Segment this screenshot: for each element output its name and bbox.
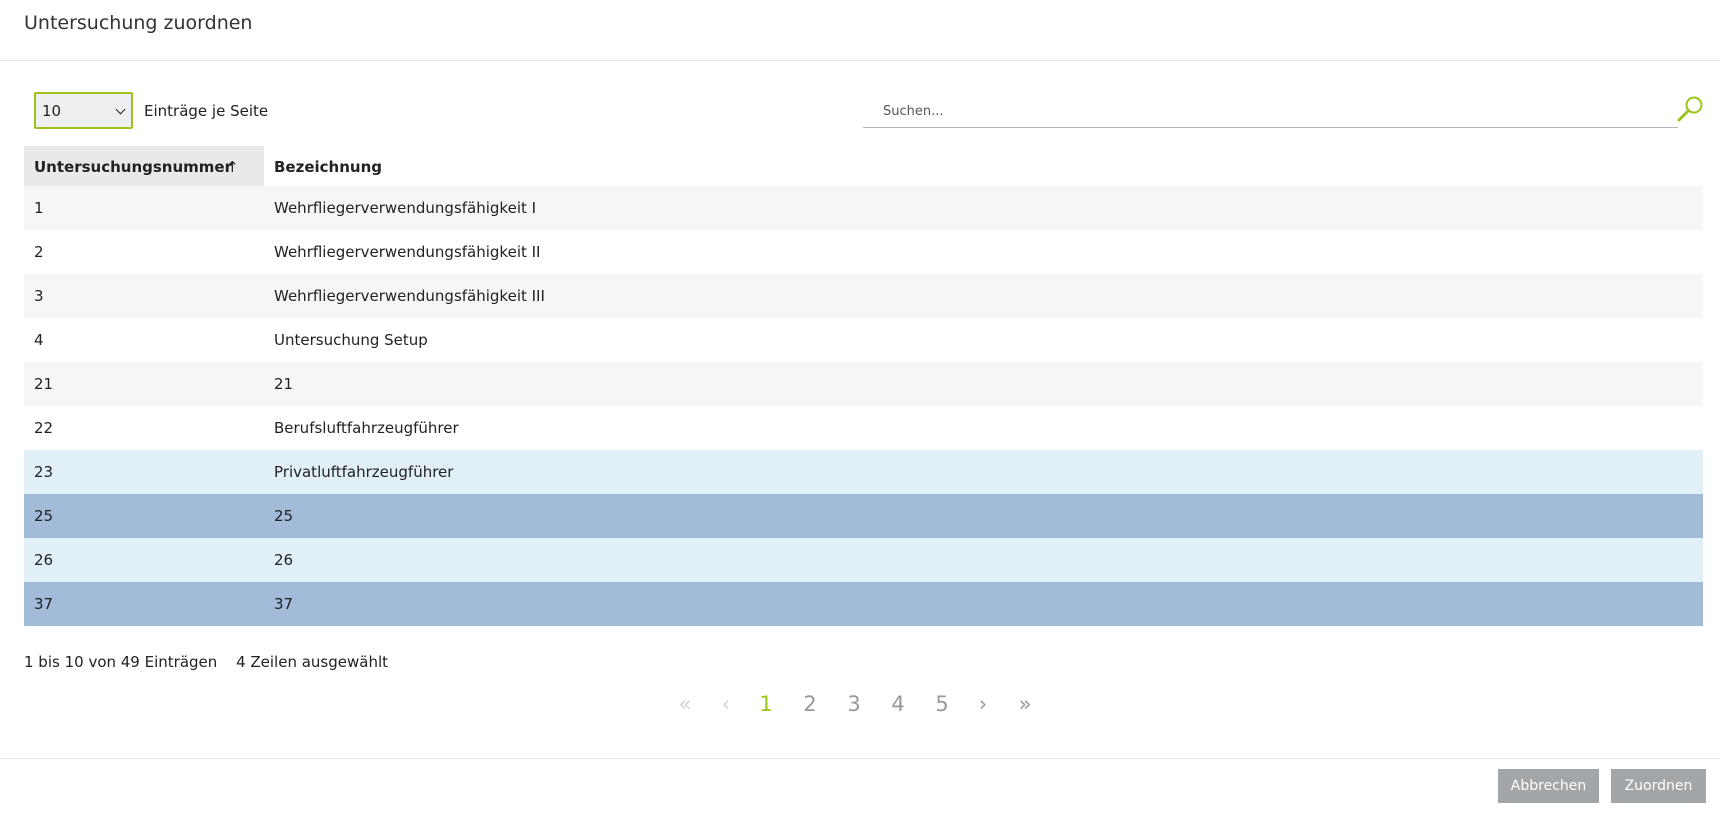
page-length-value: 10	[42, 102, 62, 120]
page-button-3[interactable]: 3	[839, 692, 869, 716]
page-button-5[interactable]: 5	[927, 692, 957, 716]
chevron-down-icon	[115, 104, 126, 115]
cell-name: Wehrfliegerverwendungsfähigkeit I	[274, 199, 537, 217]
cell-name: Wehrfliegerverwendungsfähigkeit II	[274, 243, 541, 261]
table-header: Untersuchungsnummer ↑ Bezeichnung	[24, 146, 1703, 186]
dialog-title: Untersuchung zuordnen	[24, 12, 253, 34]
page-button-4[interactable]: 4	[883, 692, 913, 716]
cell-number: 4	[34, 331, 44, 349]
cell-name: 37	[274, 595, 294, 613]
cell-name: Berufsluftfahrzeugführer	[274, 419, 459, 437]
table-row[interactable]: 37 37	[24, 582, 1703, 626]
cell-number: 25	[34, 507, 54, 525]
sort-ascending-icon: ↑	[226, 158, 239, 176]
dialog-footer: Abbrechen Zuordnen	[0, 758, 1720, 813]
table-row[interactable]: 25 25	[24, 494, 1703, 538]
column-header-number[interactable]: Untersuchungsnummer ↑	[24, 146, 264, 186]
cell-name: Wehrfliegerverwendungsfähigkeit III	[274, 287, 545, 305]
assign-button[interactable]: Zuordnen	[1611, 769, 1706, 803]
column-header-name[interactable]: Bezeichnung	[264, 146, 1703, 186]
cell-name: 25	[274, 507, 294, 525]
table-row[interactable]: 1 Wehrfliegerverwendungsfähigkeit I	[24, 186, 1703, 230]
cell-name: 26	[274, 551, 294, 569]
table-row[interactable]: 22 Berufsluftfahrzeugführer	[24, 406, 1703, 450]
cell-number: 26	[34, 551, 54, 569]
search-icon[interactable]	[1676, 95, 1704, 123]
cell-number: 21	[34, 375, 54, 393]
search-field	[863, 92, 1678, 128]
page-length-select[interactable]: 10	[34, 92, 133, 129]
next-page-button[interactable]: ›	[968, 692, 998, 716]
search-input[interactable]	[883, 101, 1663, 121]
table-body: 1 Wehrfliegerverwendungsfähigkeit I 2 Wehrf…	[24, 186, 1703, 626]
last-page-button[interactable]: »	[1010, 692, 1040, 716]
table-controls: 10 Einträge je Seite	[0, 92, 1720, 132]
cell-name: 21	[274, 375, 294, 393]
cell-number: 3	[34, 287, 44, 305]
cell-name: Privatluftfahrzeugführer	[274, 463, 454, 481]
cell-number: 37	[34, 595, 54, 613]
column-header-name-label: Bezeichnung	[274, 158, 382, 176]
dialog-header: Untersuchung zuordnen	[0, 0, 1720, 61]
cell-number: 22	[34, 419, 54, 437]
first-page-button[interactable]: «	[670, 692, 700, 716]
table-row[interactable]: 26 26	[24, 538, 1703, 582]
column-header-number-label: Untersuchungsnummer	[34, 158, 232, 176]
page-length-label: Einträge je Seite	[144, 102, 269, 120]
cell-number: 1	[34, 199, 44, 217]
table-row[interactable]: 4 Untersuchung Setup	[24, 318, 1703, 362]
table-info: 1 bis 10 von 49 Einträgen 4 Zeilen ausge…	[24, 653, 388, 671]
page-button-1[interactable]: 1	[751, 692, 781, 716]
examination-table: Untersuchungsnummer ↑ Bezeichnung 1 Wehrf…	[24, 146, 1703, 626]
cancel-button[interactable]: Abbrechen	[1498, 769, 1599, 803]
table-row[interactable]: 3 Wehrfliegerverwendungsfähigkeit III	[24, 274, 1703, 318]
selected-rows-text: 4 Zeilen ausgewählt	[236, 653, 388, 671]
cell-name: Untersuchung Setup	[274, 331, 428, 349]
previous-page-button[interactable]: ‹	[711, 692, 741, 716]
entries-range-text: 1 bis 10 von 49 Einträgen	[24, 653, 218, 671]
cell-number: 2	[34, 243, 44, 261]
table-row[interactable]: 2 Wehrfliegerverwendungsfähigkeit II	[24, 230, 1703, 274]
table-row[interactable]: 23 Privatluftfahrzeugführer	[24, 450, 1703, 494]
page-button-2[interactable]: 2	[795, 692, 825, 716]
cell-number: 23	[34, 463, 54, 481]
table-row[interactable]: 21 21	[24, 362, 1703, 406]
assign-examination-dialog: Untersuchung zuordnen 10 Einträge je Sei…	[0, 0, 1720, 813]
